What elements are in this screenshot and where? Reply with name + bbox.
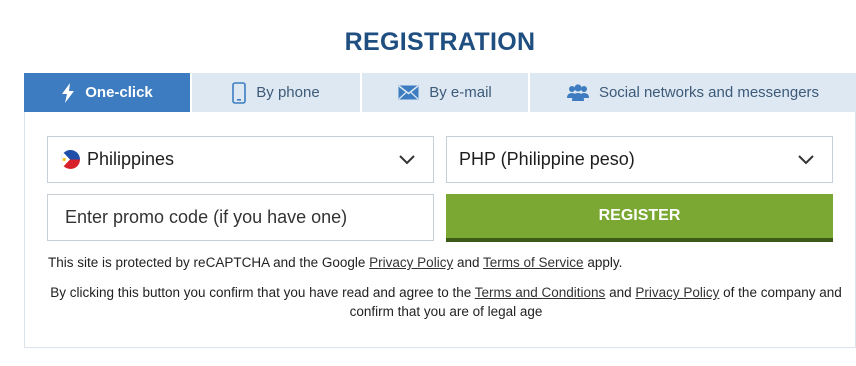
tab-label: By phone (256, 84, 320, 101)
tab-one-click[interactable]: One-click (24, 73, 192, 112)
tab-social-networks[interactable]: Social networks and messengers (530, 73, 856, 112)
currency-select[interactable]: PHP (Philippine peso) (446, 136, 833, 183)
recaptcha-text: apply. (587, 255, 623, 270)
tab-label: Social networks and messengers (598, 84, 820, 101)
consent-text: and (609, 285, 632, 300)
philippines-flag-icon (61, 150, 80, 169)
page-title: REGISTRATION (344, 28, 536, 56)
envelope-icon (398, 85, 419, 100)
recaptcha-notice: This site is protected by reCAPTCHA and … (48, 255, 622, 270)
register-button[interactable]: REGISTER (446, 194, 833, 242)
tab-label: By e-mail (429, 84, 492, 101)
consent-text: By clicking this button you confirm that… (50, 285, 472, 300)
chevron-down-icon (395, 154, 419, 165)
promo-code-input[interactable]: Enter promo code (if you have one) (47, 194, 434, 241)
recaptcha-text: This site is protected by reCAPTCHA and … (48, 255, 366, 270)
currency-value: PHP (Philippine peso) (459, 149, 635, 169)
terms-of-service-link[interactable]: Terms of Service (483, 255, 584, 270)
tab-by-email[interactable]: By e-mail (362, 73, 530, 112)
registration-tabs: One-click By phone By e-mail Social netw… (24, 73, 856, 112)
chevron-down-icon (794, 154, 818, 165)
tab-by-phone[interactable]: By phone (192, 73, 362, 112)
privacy-policy-link[interactable]: Privacy Policy (369, 255, 453, 270)
phone-icon (232, 81, 247, 104)
terms-and-conditions-link[interactable]: Terms and Conditions (475, 285, 606, 300)
country-value: Philippines (87, 149, 175, 169)
company-privacy-policy-link[interactable]: Privacy Policy (635, 285, 719, 300)
people-icon (566, 84, 589, 101)
tab-label: One-click (85, 84, 153, 101)
consent-notice: By clicking this button you confirm that… (48, 283, 844, 321)
country-select[interactable]: Philippines (47, 136, 434, 183)
promo-code-placeholder: Enter promo code (if you have one) (65, 207, 348, 227)
recaptcha-text: and (456, 255, 480, 270)
lightning-icon (61, 82, 75, 103)
